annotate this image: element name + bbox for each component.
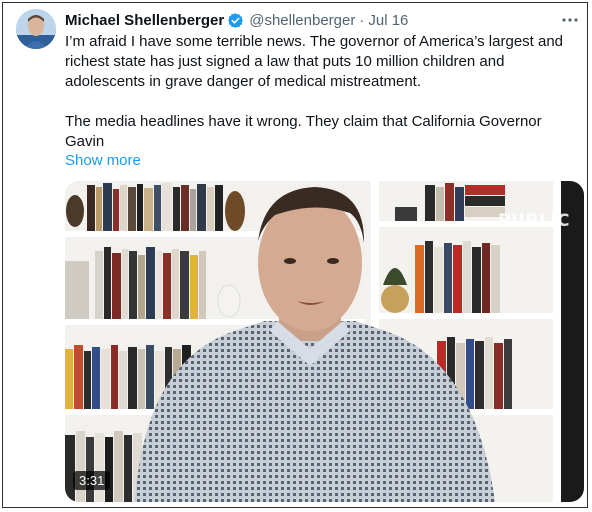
- tweet-paragraph-1: I’m afraid I have some terrible news. Th…: [65, 33, 564, 90]
- author-handle[interactable]: @shellenberger: [249, 12, 355, 29]
- video-duration: 3:31: [73, 471, 111, 490]
- tweet-date[interactable]: Jul 16: [368, 12, 408, 29]
- more-options-icon[interactable]: [561, 12, 579, 28]
- tweet-card[interactable]: Michael Shellenberger @shellenberger · J…: [2, 2, 588, 508]
- tweet-text: I’m afraid I have some terrible news. Th…: [65, 32, 579, 152]
- tweet-header: Michael Shellenberger @shellenberger · J…: [65, 9, 577, 31]
- verified-badge-icon: [227, 12, 244, 29]
- video-player[interactable]: PUBLIC 3:31: [65, 181, 584, 502]
- separator-dot: ·: [359, 11, 365, 29]
- show-more-link[interactable]: Show more: [65, 152, 141, 169]
- author-name[interactable]: Michael Shellenberger: [65, 12, 224, 29]
- video-watermark: PUBLIC: [498, 211, 570, 231]
- tweet-paragraph-2: The media headlines have it wrong. They …: [65, 113, 542, 150]
- avatar[interactable]: [16, 9, 56, 49]
